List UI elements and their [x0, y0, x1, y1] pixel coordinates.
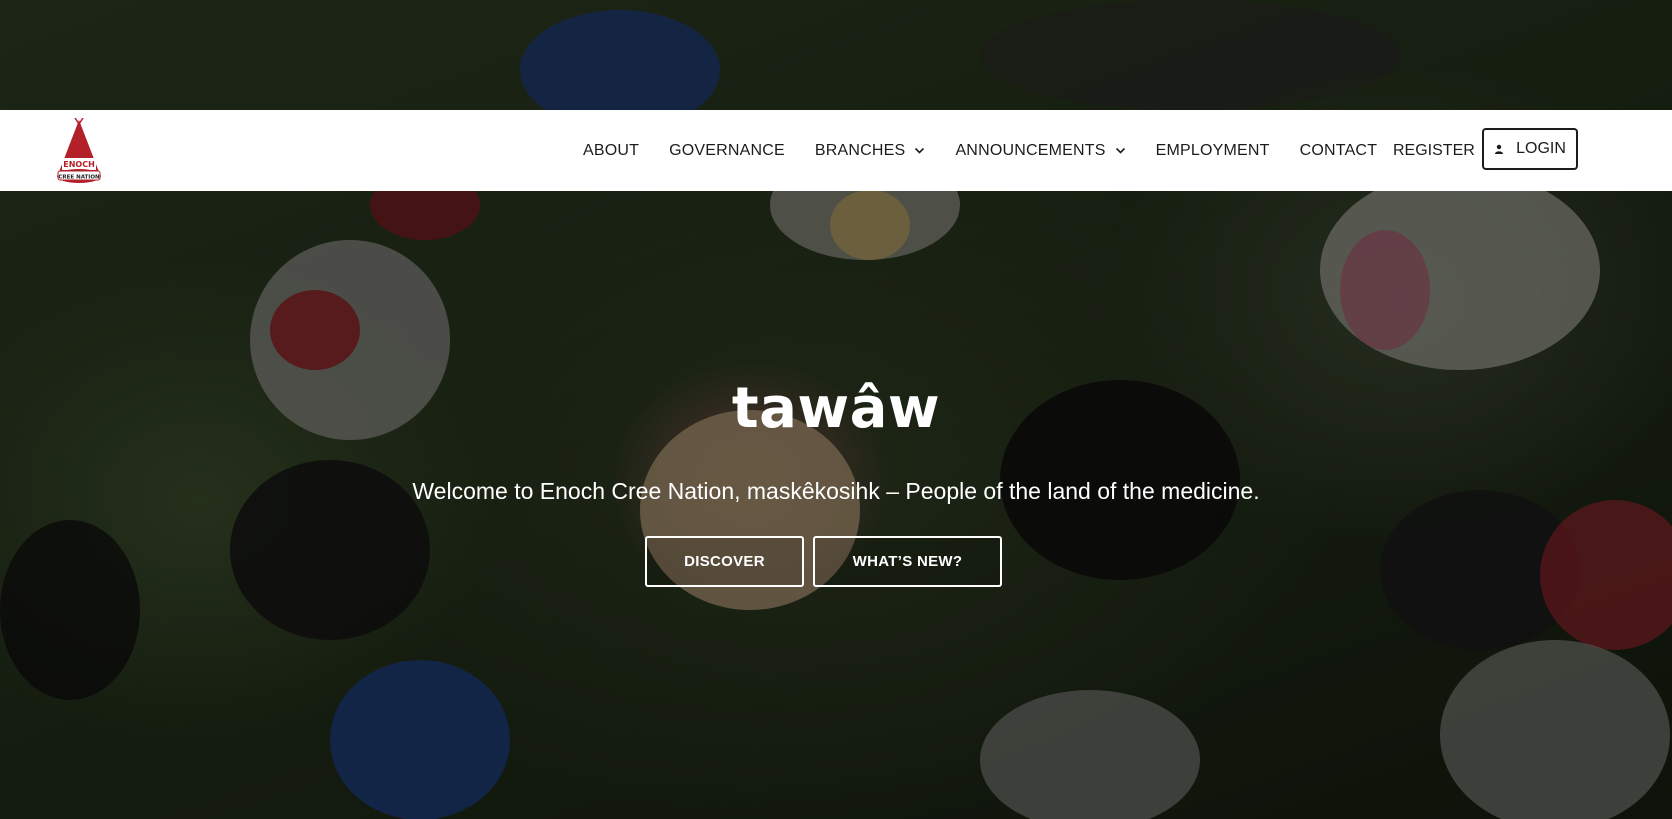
site-logo[interactable]: ENOCH CREE NATION	[55, 117, 103, 184]
nav-item-employment[interactable]: EMPLOYMENT	[1156, 142, 1270, 160]
discover-button[interactable]: DISCOVER	[645, 536, 804, 587]
teepee-logo-icon: ENOCH CREE NATION	[57, 117, 101, 183]
hero-subtitle: Welcome to Enoch Cree Nation, maskêkosih…	[412, 478, 1260, 504]
chevron-down-icon	[915, 147, 925, 154]
nav-item-label: BRANCHES	[814, 141, 906, 159]
nav-item-label: ABOUT	[583, 141, 640, 159]
chevron-down-icon	[1115, 147, 1125, 154]
main-nav: ABOUT GOVERNANCE BRANCHES ANNOUNCEMENTS …	[583, 110, 1407, 191]
nav-item-label: GOVERNANCE	[669, 141, 785, 159]
logo-text-bottom: CREE NATION	[58, 175, 100, 181]
user-icon	[1495, 144, 1504, 154]
nav-item-label: ANNOUNCEMENTS	[955, 141, 1106, 159]
nav-item-announcements[interactable]: ANNOUNCEMENTS	[955, 142, 1125, 160]
login-button[interactable]: LOGIN	[1482, 128, 1578, 170]
whats-new-button[interactable]: WHAT’S NEW?	[813, 536, 1002, 587]
login-label: LOGIN	[1516, 140, 1566, 157]
nav-item-contact[interactable]: CONTACT	[1300, 142, 1378, 160]
site-header: ENOCH CREE NATION ABOUT GOVERNANCE BRANC…	[0, 110, 1672, 191]
nav-item-branches[interactable]: BRANCHES	[815, 142, 926, 160]
nav-item-label: CONTACT	[1299, 141, 1378, 159]
nav-item-governance[interactable]: GOVERNANCE	[669, 142, 785, 160]
hero-button-group: DISCOVER WHAT’S NEW?	[645, 536, 1002, 587]
logo-text-top: ENOCH	[63, 160, 95, 169]
nav-item-about[interactable]: ABOUT	[583, 142, 639, 160]
nav-item-label: EMPLOYMENT	[1155, 141, 1270, 159]
register-link[interactable]: REGISTER	[1393, 110, 1475, 191]
hero-title: tawâw	[731, 376, 941, 441]
